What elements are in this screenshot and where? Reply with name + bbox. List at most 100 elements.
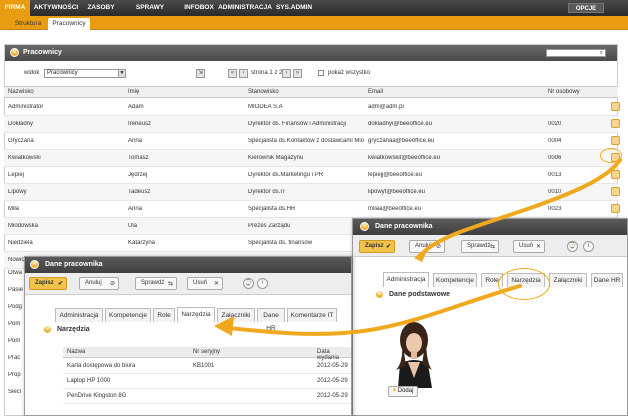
tab-komentarze-it[interactable]: Komentarze IT [287,308,337,322]
add-photo-button[interactable]: + Dodaj [388,386,418,397]
tab-dane-hr[interactable]: Dane HR [257,308,285,332]
table-cell: Adam [128,104,144,110]
sub-navigation-bar: Struktura Pracownicy [0,16,628,30]
edit-highlight-circle [600,148,622,163]
delete-button[interactable]: Usuń ✕ [187,277,223,290]
table-row[interactable]: Kwiatkowski Tomasz Kierownik Magazynu kwiat… [4,150,620,167]
table-row[interactable]: Administrator Adam MIODEA S.A adm@adm.pl [4,99,620,116]
save-button[interactable]: Zapisz ✔ [29,277,67,290]
cancel-button[interactable]: Anuluj ⊘ [79,277,119,290]
subtab-struktura[interactable]: Struktura [10,18,46,30]
nav-firma[interactable]: FIRMA [0,0,30,16]
table-cell: Tomasz [128,155,149,161]
col-nazwisko[interactable]: Nazwisko [8,89,34,95]
save-button[interactable]: Zapisz ✔ [359,240,395,253]
table-cell: lipowyt@beeoffice.eu [368,189,426,195]
table-cell: 0020 [548,121,562,127]
tab-administracja[interactable]: Administracja [383,272,429,287]
table-cell: 0010 [548,189,562,195]
table-cell: Administrator [8,104,44,110]
nav-sprawy-osobowe[interactable]: SPRAWY OSOBOWE [118,0,182,27]
bee-logo-icon: ❁ [10,48,19,57]
table-cell: Jędrzej [128,172,148,178]
edit-icon[interactable] [611,102,620,111]
view-select[interactable]: Pracownicy ▼ [44,69,126,78]
history-icon[interactable]: ⌚ [243,278,254,289]
tools-table-row[interactable]: Karta dostępowa do biura KB1001 2012-05-29 [63,359,351,374]
check-button[interactable]: Sprawdź ⇆ [135,277,177,290]
edit-icon[interactable] [611,187,620,196]
table-cell: Ula [128,223,138,229]
col-nr-seryjny[interactable]: Nr seryjny [193,349,220,355]
last-page-button[interactable]: » [293,69,302,78]
edit-icon[interactable] [611,119,620,128]
table-row[interactable]: Miła Anna Specjalista ds.HR milaa@beeoffice… [4,201,620,218]
tools-table-row[interactable]: PenDrive Kingston 8G 2012-05-29 [63,389,351,404]
table-cell: Otwa [8,270,23,276]
col-email[interactable]: Email [368,89,383,95]
export-button[interactable]: ⇲ [196,69,205,78]
table-cell: Pom [8,338,21,344]
options-button[interactable]: OPCJE [568,3,604,13]
first-page-button[interactable]: « [228,69,237,78]
edit-icon[interactable] [611,204,620,213]
cancel-button[interactable]: Anuluj ⊘ [409,240,445,253]
tab-kompetencje[interactable]: Kompetencje [433,273,477,287]
view-select-value: Pracownicy [47,70,78,76]
history-icon[interactable]: ⌚ [567,241,578,252]
check-button[interactable]: Sprawdź ⇆ [461,240,499,253]
table-cell: Dyrektor ds.IT [248,189,286,195]
table-cell: Katarzyna [128,240,156,246]
table-cell: MIODEA S.A [248,104,283,110]
info-icon[interactable]: i [257,278,268,289]
col-imie[interactable]: Imię [128,89,139,95]
nav-infobox[interactable]: INFOBOX [182,0,216,16]
window-front-title: Dane pracownika [45,261,103,268]
table-cell: Miodowska [8,223,39,229]
col-nazwa[interactable]: Nazwa [67,349,85,355]
edit-icon[interactable] [611,136,620,145]
search-icon[interactable]: ⌕ [600,50,603,57]
nav-aktywnosci[interactable]: AKTYWNOŚCI [32,0,80,16]
tab-zalaczniki[interactable]: Załączniki [217,308,255,322]
tab-role[interactable]: Role [153,308,175,322]
subtab-pracownicy[interactable]: Pracownicy [48,18,90,30]
tools-table-header: Nazwa Nr seryjny Data wydania [63,347,351,361]
show-all-checkbox[interactable] [318,70,324,76]
tab-dane-hr[interactable]: Dane HR [591,273,623,287]
employees-panel-title: Pracownicy [23,49,62,56]
nav-zasoby[interactable]: ZASOBY [84,0,118,16]
employees-table-header: Nazwisko Imię Stanowisko Email Nr osobow… [4,86,618,98]
top-navigation-bar: FIRMA AKTYWNOŚCI ZASOBY SPRAWY OSOBOWE I… [0,0,628,27]
next-page-button[interactable]: › [282,69,291,78]
table-row[interactable]: Gryczana Anna Specjalista ds.Kontaktów z d… [4,133,620,150]
col-stanowisko[interactable]: Stanowisko [248,89,279,95]
tools-table-cell: 2012-05-29 [317,378,348,384]
prev-page-button[interactable]: ‹ [239,69,248,78]
table-row[interactable]: Lipowy Tadeusz Dyrektor ds.IT lipowyt@beeof… [4,184,620,201]
tools-table-cell: Karta dostępowa do biura [67,363,136,369]
table-row[interactable]: Dokładny Ireneusz Dyrektor ds. Finansów i … [4,116,620,133]
table-cell: Miła [8,206,20,212]
info-icon[interactable]: i [583,241,594,252]
col-nr-osobowy[interactable]: Nr osobowy [548,89,580,95]
check-label: Sprawdź [141,280,165,286]
delete-label: Usuń [193,280,208,286]
tab-narzedzia[interactable]: Narzędzia [177,307,215,322]
delete-label: Usuń [519,243,534,249]
tab-kompetencje[interactable]: Kompetencje [105,308,151,322]
tab-administracja[interactable]: Administracja [55,308,103,322]
view-label: widok [24,70,40,76]
delete-button[interactable]: Usuń ✕ [513,240,545,253]
nav-sys-admin[interactable]: SYS.ADMIN [274,0,314,16]
table-cell: Niedziela [8,240,33,246]
search-input[interactable]: ⌕ [546,49,606,57]
nav-administracja[interactable]: ADMINISTRACJA [218,0,272,16]
tools-table-row[interactable]: Laptop HP 1000 2012-05-29 [63,374,351,389]
bee-logo-icon: ❁ [360,222,369,231]
edit-icon[interactable] [611,170,620,179]
cancel-label: Anuluj [415,243,432,249]
table-cell: Podg [8,304,23,310]
tab-zalaczniki[interactable]: Załączniki [549,273,587,287]
table-row[interactable]: Lepiej Jędrzej Dyrektor ds.Marketingu i PR… [4,167,620,184]
